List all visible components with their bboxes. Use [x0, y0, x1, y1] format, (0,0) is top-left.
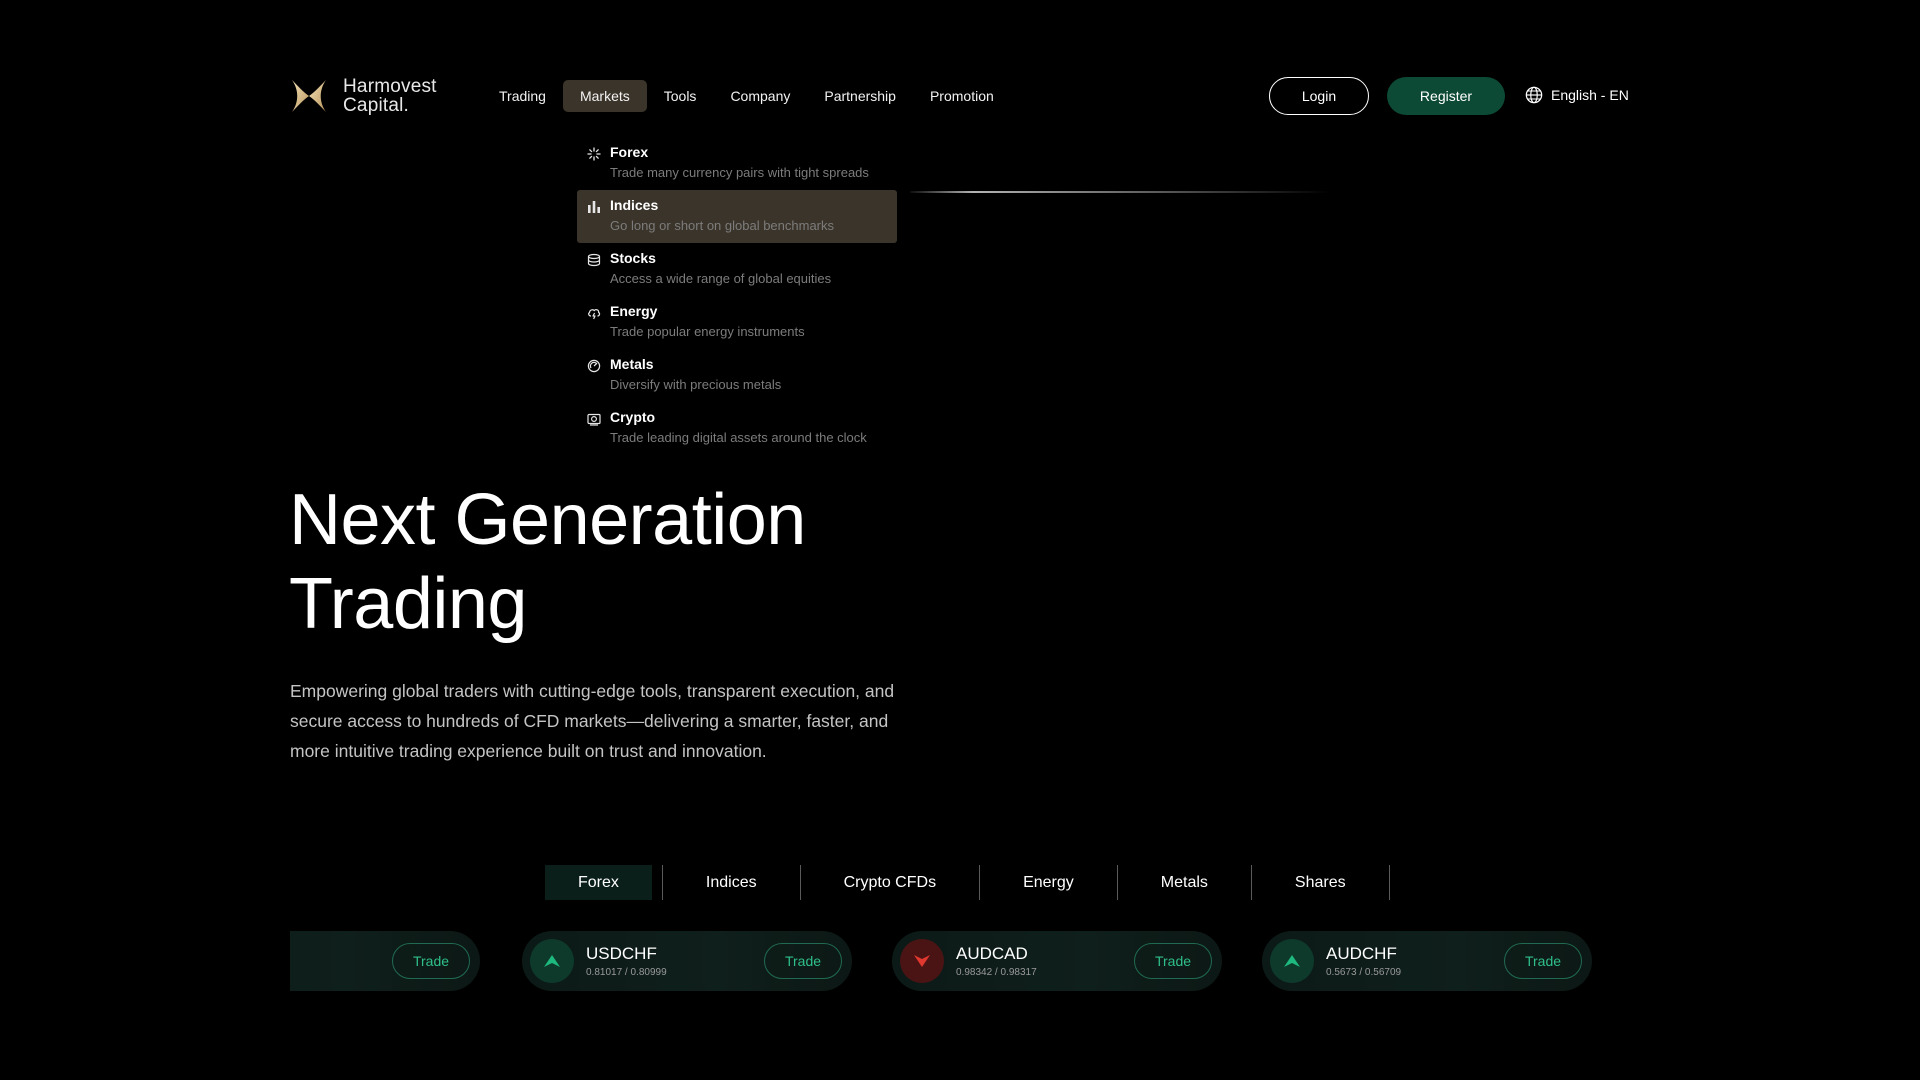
hero-title-line-2: Trading: [289, 564, 527, 644]
hero-title-line-1: Next Generation: [289, 480, 806, 560]
nav-item-trading[interactable]: Trading: [482, 80, 563, 112]
ticker-card-audchf: AUDCHF 0.5673 / 0.56709 Trade: [1262, 931, 1592, 991]
trade-button[interactable]: Trade: [1134, 943, 1212, 979]
nav-item-markets[interactable]: Markets: [562, 80, 647, 112]
trade-button[interactable]: Trade: [392, 943, 470, 979]
ticker-symbol: AUDCHF: [1326, 944, 1397, 963]
menu-item-desc: Trade popular energy instruments: [610, 324, 805, 339]
ticker-price: 53: [290, 957, 392, 968]
menu-item-desc: Diversify with precious metals: [610, 377, 782, 392]
menu-item-title: Crypto: [610, 409, 656, 425]
arrow-up-icon: [530, 939, 574, 983]
ticker-card: 53 Trade: [290, 931, 480, 991]
menu-item-indices[interactable]: Indices Go long or short on global bench…: [577, 190, 897, 243]
database-stack-icon: [586, 252, 602, 268]
ticker-info: 53: [290, 954, 392, 968]
brand-line-1: Harmovest: [343, 76, 437, 97]
hero-title: Next Generation Trading: [289, 478, 806, 646]
arrow-up-icon: [1270, 939, 1314, 983]
tab-divider: [1116, 865, 1118, 900]
tab-shares[interactable]: Shares: [1262, 865, 1379, 900]
arrow-down-icon: [900, 939, 944, 983]
menu-item-metals[interactable]: Metals Diversify with precious metals: [577, 349, 897, 402]
tab-crypto-cfds[interactable]: Crypto CFDs: [811, 865, 969, 900]
menu-item-desc: Go long or short on global benchmarks: [610, 218, 835, 233]
language-selector[interactable]: English - EN: [1525, 86, 1629, 104]
tab-divider: [979, 865, 981, 900]
language-label: English - EN: [1551, 87, 1629, 103]
menu-item-title: Indices: [610, 197, 659, 213]
trade-button[interactable]: Trade: [764, 943, 842, 979]
hero-subtitle: Empowering global traders with cutting-e…: [290, 681, 895, 761]
energy-icon: [586, 305, 602, 321]
ticker-card-usdchf: USDCHF 0.81017 / 0.80999 Trade: [522, 931, 852, 991]
menu-item-desc: Trade many currency pairs with tight spr…: [610, 165, 869, 180]
bar-chart-icon: [586, 199, 602, 215]
menu-item-forex[interactable]: Forex Trade many currency pairs with tig…: [577, 137, 897, 190]
tab-metals[interactable]: Metals: [1128, 865, 1241, 900]
ticker-symbol: AUDCAD: [956, 944, 1028, 963]
nav-item-company[interactable]: Company: [713, 80, 807, 112]
tab-indices[interactable]: Indices: [673, 865, 790, 900]
ticker-price: 0.5673 / 0.56709: [1326, 967, 1402, 978]
markets-dropdown: Forex Trade many currency pairs with tig…: [577, 137, 897, 455]
menu-item-energy[interactable]: Energy Trade popular energy instruments: [577, 296, 897, 349]
menu-item-desc: Trade leading digital assets around the …: [610, 430, 867, 445]
nav-item-promotion[interactable]: Promotion: [913, 80, 1011, 112]
tab-energy[interactable]: Energy: [990, 865, 1107, 900]
menu-item-title: Forex: [610, 144, 649, 160]
menu-item-title: Metals: [610, 356, 654, 372]
trade-button[interactable]: Trade: [1504, 943, 1582, 979]
market-tabs: Forex Indices Crypto CFDs Energy Metals …: [545, 865, 1400, 900]
brand-logo[interactable]: Harmovest Capital.: [289, 76, 437, 116]
brand-line-2: Capital.: [343, 95, 410, 116]
page: Harmovest Capital. Trading Markets Tools…: [0, 0, 1920, 1080]
tab-divider: [1388, 865, 1390, 900]
menu-item-title: Stocks: [610, 250, 656, 266]
crypto-icon: [586, 411, 602, 427]
register-button[interactable]: Register: [1387, 77, 1505, 115]
main-nav: Trading Markets Tools Company Partnershi…: [482, 80, 1011, 112]
ticker-price: 0.98342 / 0.98317: [956, 967, 1037, 978]
ticker-info: USDCHF 0.81017 / 0.80999: [586, 944, 764, 978]
logo-mark-icon: [292, 80, 326, 112]
menu-item-desc: Access a wide range of global equities: [610, 271, 832, 286]
ticker-symbol: USDCHF: [586, 944, 657, 963]
tab-forex[interactable]: Forex: [545, 865, 652, 900]
menu-item-title: Energy: [610, 303, 658, 319]
nav-item-tools[interactable]: Tools: [647, 80, 714, 112]
menu-item-crypto[interactable]: Crypto Trade leading digital assets arou…: [577, 402, 897, 455]
brand-name: Harmovest Capital.: [343, 77, 437, 115]
ticker-card-audcad: AUDCAD 0.98342 / 0.98317 Trade: [892, 931, 1222, 991]
gauge-icon: [586, 358, 602, 374]
login-button[interactable]: Login: [1269, 77, 1369, 115]
globe-icon: [1525, 86, 1543, 104]
decorative-line: [910, 191, 1330, 193]
ticker-info: AUDCHF 0.5673 / 0.56709: [1326, 944, 1504, 978]
sparkle-icon: [586, 146, 602, 162]
menu-item-stocks[interactable]: Stocks Access a wide range of global equ…: [577, 243, 897, 296]
tab-divider: [799, 865, 801, 900]
ticker-strip: 53 Trade USDCHF 0.81017 / 0.80999 Trade …: [290, 931, 1630, 991]
ticker-price: 0.81017 / 0.80999: [586, 967, 667, 978]
tab-divider: [1250, 865, 1252, 900]
nav-item-partnership[interactable]: Partnership: [807, 80, 913, 112]
tab-divider: [661, 865, 663, 900]
ticker-info: AUDCAD 0.98342 / 0.98317: [956, 944, 1134, 978]
